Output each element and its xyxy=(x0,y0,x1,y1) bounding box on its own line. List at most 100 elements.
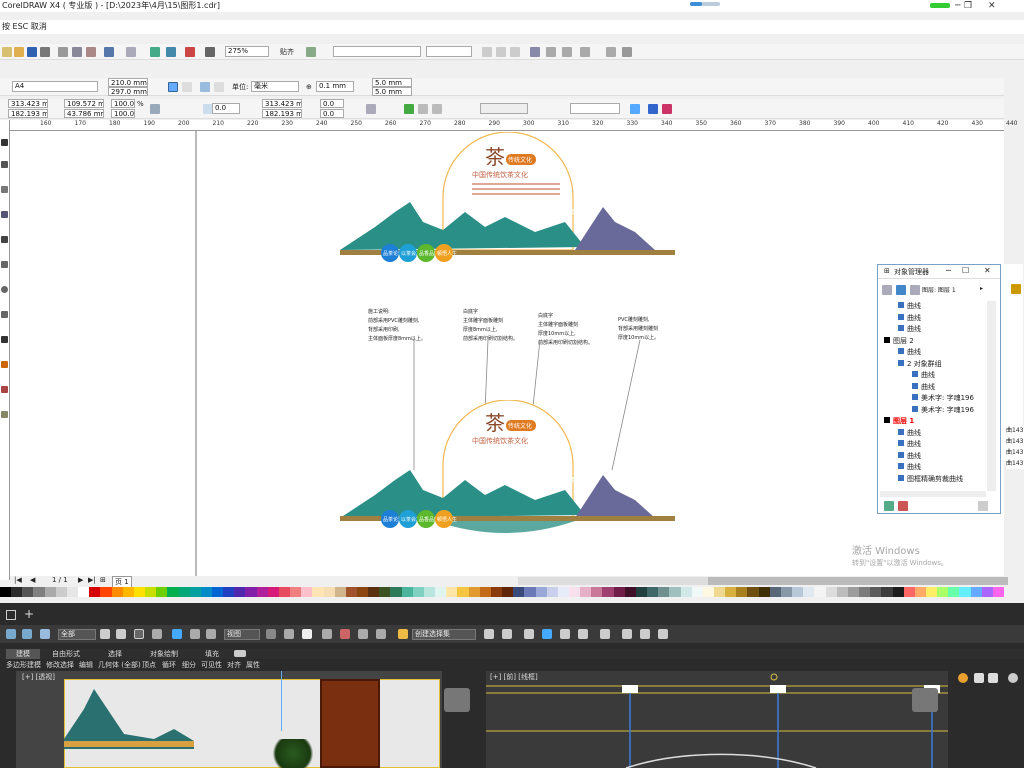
edit-text-icon[interactable] xyxy=(606,47,616,57)
eyedropper-tool-icon[interactable] xyxy=(1,411,8,418)
palette-swatch[interactable] xyxy=(792,587,804,597)
format-text-icon[interactable] xyxy=(580,47,590,57)
palette-swatch[interactable] xyxy=(379,587,391,597)
intersect-icon[interactable] xyxy=(432,104,442,114)
object-x-input[interactable]: 313.423 mm xyxy=(8,99,48,108)
pick-tool-icon[interactable] xyxy=(1,139,8,146)
snap-to-menu[interactable]: 贴齐 xyxy=(280,47,294,57)
ribbon-visibility[interactable]: 可见性 xyxy=(201,660,222,670)
mirror-icon[interactable] xyxy=(484,629,494,639)
palette-swatch[interactable] xyxy=(211,587,224,597)
scale-x-input[interactable]: 100.0 xyxy=(111,99,135,108)
layer-explorer-icon[interactable] xyxy=(524,629,534,639)
palette-swatch[interactable] xyxy=(111,587,123,597)
pivot-icon[interactable] xyxy=(266,629,276,639)
page-height-input[interactable]: 297.0 mm xyxy=(108,87,148,96)
palette-swatch[interactable] xyxy=(245,587,257,597)
palette-swatch[interactable] xyxy=(0,587,12,597)
palette-swatch[interactable] xyxy=(925,587,938,597)
palette-swatch[interactable] xyxy=(22,587,34,597)
viewport-perspective[interactable]: [+] [透视] xyxy=(16,671,442,768)
palette-swatch[interactable] xyxy=(992,587,1005,597)
window-crossing-icon[interactable] xyxy=(152,629,162,639)
snap-2-5-icon[interactable] xyxy=(322,629,332,639)
restore-button[interactable]: ❐ xyxy=(964,0,972,12)
pos-y-input[interactable]: 182.193 mm xyxy=(262,109,302,118)
ribbon-toggle-icon[interactable] xyxy=(234,650,246,657)
palette-swatch[interactable] xyxy=(535,587,547,597)
palette-swatch[interactable] xyxy=(758,587,770,597)
tree-object-row[interactable]: 美术字: 字魂196 xyxy=(912,405,974,415)
palette-swatch[interactable] xyxy=(66,587,79,597)
palette-swatch[interactable] xyxy=(647,587,659,597)
viewport-label-perspective[interactable]: [+] [透视] xyxy=(22,672,55,682)
palette-swatch[interactable] xyxy=(736,587,748,597)
ribbon-loops[interactable]: 循环 xyxy=(162,660,176,670)
text-tool-icon[interactable] xyxy=(1,336,8,343)
ribbon-modify-selection[interactable]: 修改选择 xyxy=(46,660,74,670)
palette-swatch[interactable] xyxy=(156,587,168,597)
import-icon[interactable] xyxy=(150,47,160,57)
palette-swatch[interactable] xyxy=(981,587,993,597)
copy-icon[interactable] xyxy=(72,47,82,57)
unlink-icon[interactable] xyxy=(22,629,32,639)
tree-object-row[interactable]: 曲线 xyxy=(898,439,921,449)
create-selection-set-input[interactable]: 创建选择集 xyxy=(412,629,476,640)
palette-swatch[interactable] xyxy=(814,587,826,597)
palette-swatch[interactable] xyxy=(524,587,536,597)
object-tree[interactable]: 曲线 曲线 曲线 图层 2 曲线 2 对象群组 曲线 曲线 美术字: 字魂196 美术字: 字魂1… xyxy=(880,301,986,491)
palette-swatch[interactable] xyxy=(502,587,514,597)
viewport-light-gizmo-2[interactable] xyxy=(912,688,938,712)
palette-swatch[interactable] xyxy=(145,587,157,597)
palette-swatch[interactable] xyxy=(613,587,625,597)
outline-width-select[interactable] xyxy=(480,103,528,114)
palette-swatch[interactable] xyxy=(256,587,268,597)
tree-object-row[interactable]: 曲线 xyxy=(898,451,921,461)
palette-swatch[interactable] xyxy=(133,587,146,597)
tree-layer-row[interactable]: 图层 2 xyxy=(884,336,914,346)
ribbon-vertices[interactable]: 顶点 xyxy=(142,660,156,670)
palette-swatch[interactable] xyxy=(870,587,882,597)
ribbon-tab-selection[interactable]: 选择 xyxy=(108,649,122,659)
tree-object-row[interactable]: 图框精确剪裁曲线 xyxy=(898,474,963,484)
palette-swatch[interactable] xyxy=(747,587,759,597)
polygon-tool-icon[interactable] xyxy=(1,311,8,318)
palette-swatch[interactable] xyxy=(401,587,413,597)
page-size-select[interactable]: A4 xyxy=(12,81,98,92)
redo-icon[interactable] xyxy=(126,47,136,57)
panel-menu-arrow-icon[interactable]: ▸ xyxy=(980,285,983,292)
palette-swatch[interactable] xyxy=(301,587,313,597)
palette-swatch[interactable] xyxy=(914,587,926,597)
palette-swatch[interactable] xyxy=(122,587,134,597)
render-setup-icon[interactable] xyxy=(622,629,632,639)
duplicate-y-input[interactable]: 5.0 mm xyxy=(372,87,412,96)
fill-tool-icon[interactable] xyxy=(1,361,8,368)
minimize-button[interactable]: ─ xyxy=(955,0,960,12)
paste-icon[interactable] xyxy=(86,47,96,57)
print-icon[interactable] xyxy=(40,47,50,57)
all-pages-icon[interactable] xyxy=(200,82,210,92)
tree-hscrollbar[interactable] xyxy=(880,491,986,497)
viewport-config-icon[interactable] xyxy=(1008,673,1018,683)
object-height-input[interactable]: 43.786 mm xyxy=(64,109,104,118)
align-icon[interactable] xyxy=(530,47,540,57)
palette-swatch[interactable] xyxy=(803,587,815,597)
palette-swatch[interactable] xyxy=(580,587,592,597)
palette-swatch[interactable] xyxy=(780,587,793,597)
ribbon-tab-populate[interactable]: 填充 xyxy=(205,649,219,659)
tree-object-row[interactable]: 曲线 xyxy=(898,347,921,357)
first-page-button[interactable]: |◀ xyxy=(14,576,22,584)
tree-object-row[interactable]: 曲线 xyxy=(898,428,921,438)
select-icon[interactable] xyxy=(100,629,110,639)
tree-scrollbar[interactable] xyxy=(987,301,996,491)
tree-object-row[interactable]: 曲线 xyxy=(898,462,921,472)
spinner-snap-icon[interactable] xyxy=(376,629,386,639)
palette-swatch[interactable] xyxy=(368,587,380,597)
palette-swatch[interactable] xyxy=(234,587,246,597)
ribbon-subdivision[interactable]: 细分 xyxy=(182,660,196,670)
ribbon-align[interactable]: 对齐 xyxy=(227,660,241,670)
sun-icon[interactable] xyxy=(958,673,968,683)
keyboard-shortcut-icon[interactable] xyxy=(302,629,312,639)
ribbon-polygon-modeling[interactable]: 多边形建模 xyxy=(6,660,41,670)
palette-swatch[interactable] xyxy=(825,587,837,597)
